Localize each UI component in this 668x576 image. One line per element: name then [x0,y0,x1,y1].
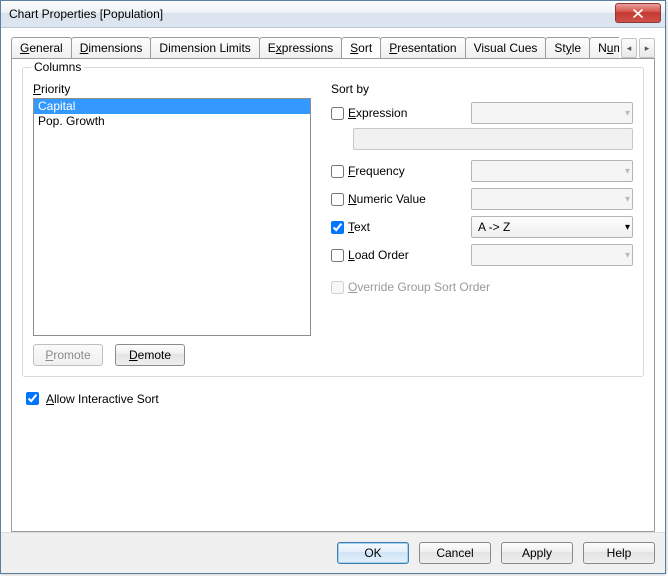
numeric-order-combo[interactable]: ▾ [471,188,633,210]
allow-interactive-checkbox[interactable] [26,392,39,405]
chart-properties-dialog: Chart Properties [Population] General Di… [0,0,666,574]
tab-scroll-buttons: ◂ ▸ [621,38,655,58]
tab-number[interactable]: Number [589,37,619,58]
columns-legend: Columns [31,60,84,74]
numeric-checkbox[interactable] [331,193,344,206]
tab-style[interactable]: Style [545,37,590,58]
tab-sort[interactable]: Sort [341,37,381,58]
override-checkbox[interactable] [331,281,344,294]
tabstrip: General Dimensions Dimension Limits Expr… [11,36,655,58]
tab-page-sort: Columns Priority Capital Pop. Growth Pro… [11,58,655,532]
columns-groupbox: Columns Priority Capital Pop. Growth Pro… [22,67,644,377]
close-icon [633,9,643,18]
tab-dimension-limits[interactable]: Dimension Limits [150,37,259,58]
priority-listbox[interactable]: Capital Pop. Growth [33,98,311,336]
loadorder-label: Load Order [331,248,471,262]
expression-label: Expression [331,106,471,120]
sortby-column: Sort by Expression ▾ [331,82,633,366]
loadorder-order-combo[interactable]: ▾ [471,244,633,266]
tabs: General Dimensions Dimension Limits Expr… [11,37,619,58]
close-button[interactable] [615,3,661,23]
expression-order-combo[interactable]: ▾ [471,102,633,124]
override-label: Override Group Sort Order [331,280,490,294]
window-title: Chart Properties [Population] [9,7,615,21]
titlebar: Chart Properties [Population] [1,1,665,28]
tab-scroll-right[interactable]: ▸ [639,38,655,58]
expression-checkbox[interactable] [331,107,344,120]
loadorder-checkbox[interactable] [331,249,344,262]
list-item[interactable]: Pop. Growth [34,114,310,129]
apply-button[interactable]: Apply [501,542,573,564]
demote-button[interactable]: Demote [115,344,185,366]
tab-expressions[interactable]: Expressions [259,37,342,58]
text-checkbox[interactable] [331,221,344,234]
dialog-button-bar: OK Cancel Apply Help [1,532,665,573]
help-button[interactable]: Help [583,542,655,564]
numeric-label: Numeric Value [331,192,471,206]
tab-dimensions[interactable]: Dimensions [71,37,152,58]
frequency-order-combo[interactable]: ▾ [471,160,633,182]
allow-interactive-label: Allow Interactive Sort [46,392,159,406]
frequency-checkbox[interactable] [331,165,344,178]
priority-label: Priority [33,82,311,96]
cancel-button[interactable]: Cancel [419,542,491,564]
text-label: Text [331,220,471,234]
frequency-label: Frequency [331,164,471,178]
tab-scroll-left[interactable]: ◂ [621,38,637,58]
tab-presentation[interactable]: Presentation [380,37,465,58]
sortby-label: Sort by [331,82,633,96]
priority-column: Priority Capital Pop. Growth Promote Dem… [33,82,311,366]
tab-general[interactable]: General [11,37,72,58]
tab-visual-cues[interactable]: Visual Cues [465,37,547,58]
ok-button[interactable]: OK [337,542,409,564]
promote-button[interactable]: Promote [33,344,103,366]
allow-interactive-row: Allow Interactive Sort [22,389,644,408]
list-item[interactable]: Capital [34,99,310,114]
text-order-combo[interactable]: A -> Z▾ [471,216,633,238]
expression-input[interactable] [353,128,633,150]
